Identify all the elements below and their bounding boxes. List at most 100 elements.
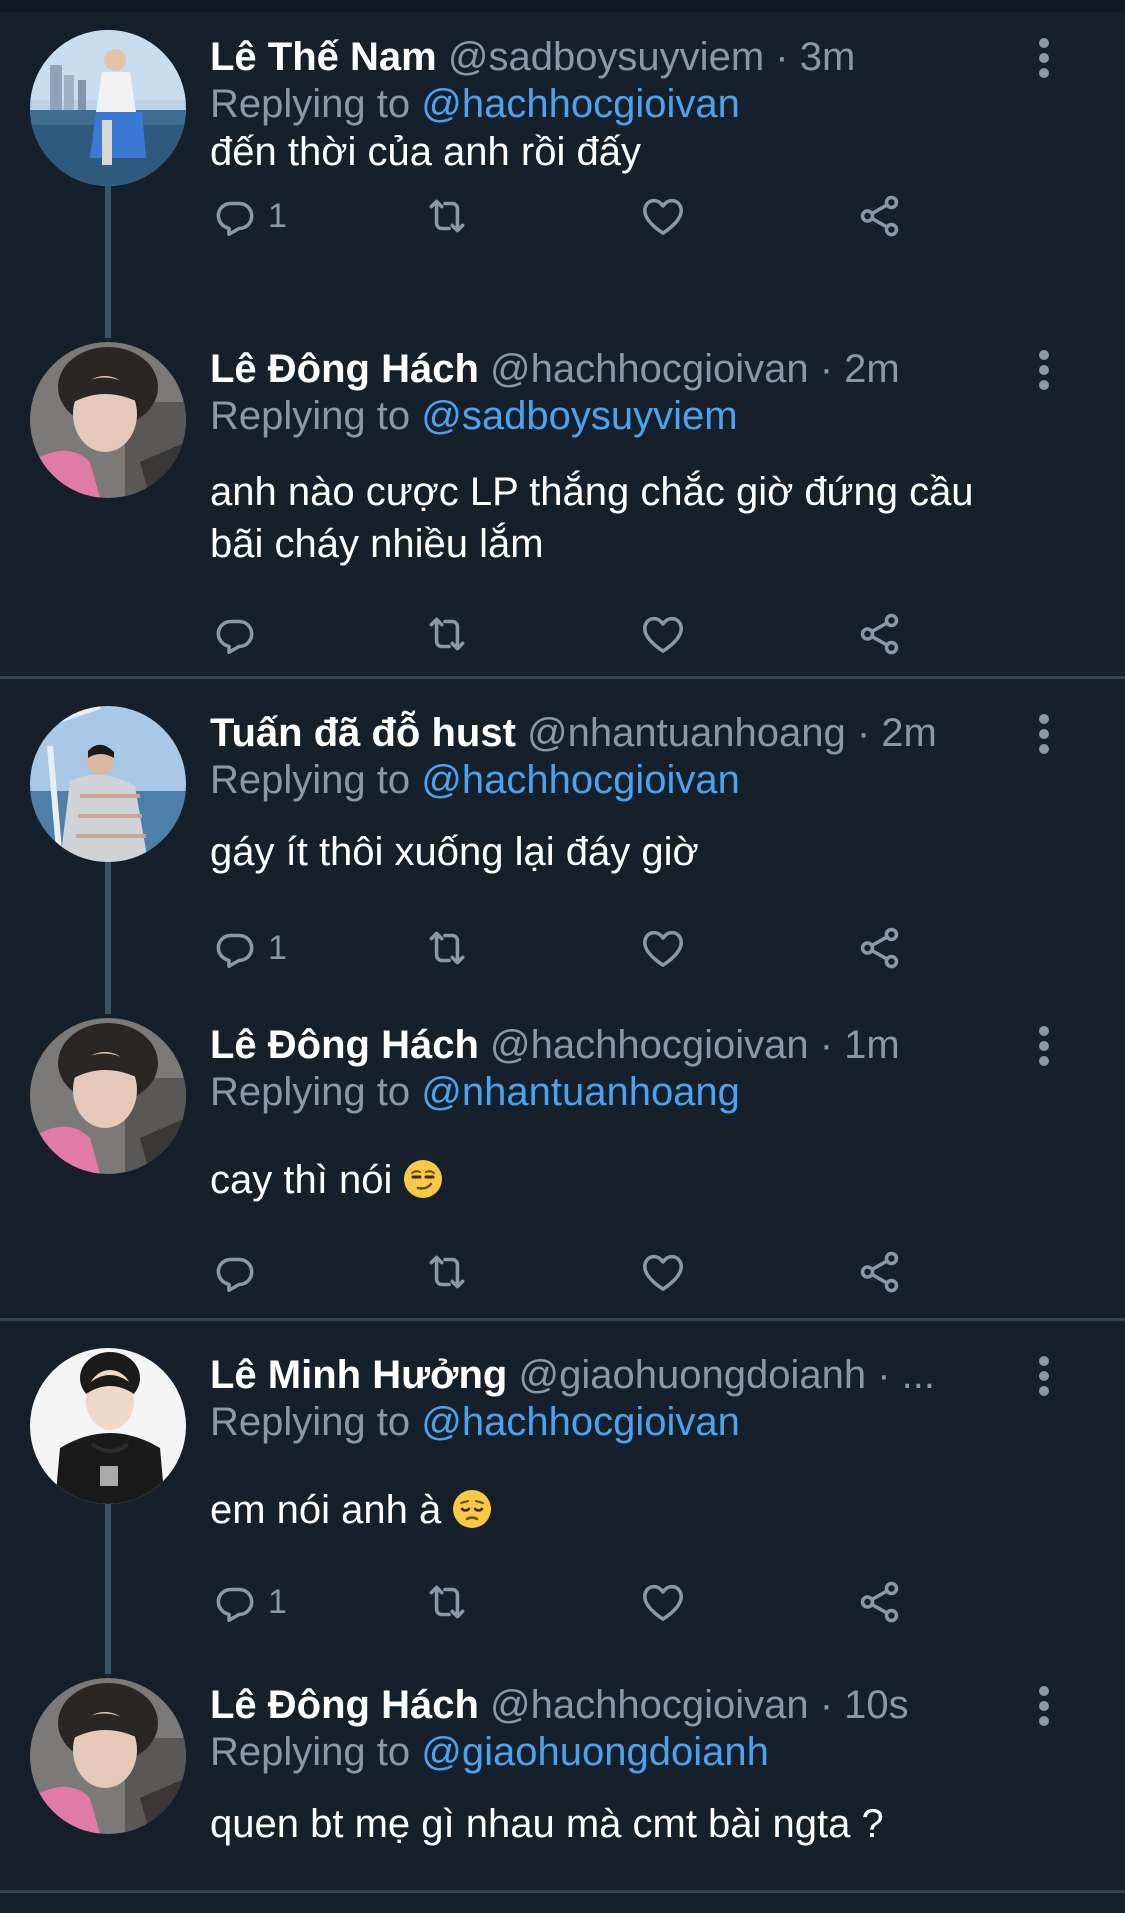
share-button[interactable] bbox=[855, 188, 905, 244]
reply-button[interactable] bbox=[210, 606, 260, 662]
display-name[interactable]: Lê Minh Hưởng bbox=[210, 1353, 507, 1397]
more-options-icon[interactable] bbox=[1030, 1684, 1058, 1728]
timestamp[interactable]: · 3m bbox=[775, 35, 855, 79]
more-options-icon[interactable] bbox=[1030, 348, 1058, 392]
tweet-text: đến thời của anh rồi đấy bbox=[210, 130, 641, 174]
avatar[interactable] bbox=[30, 706, 186, 862]
like-button[interactable] bbox=[638, 1244, 688, 1300]
retweet-button[interactable] bbox=[422, 920, 472, 976]
timestamp[interactable]: · 2m bbox=[820, 347, 900, 391]
username[interactable]: @nhantuanhoang bbox=[527, 711, 846, 755]
reply-count: 1 bbox=[268, 928, 287, 967]
avatar[interactable] bbox=[30, 1678, 186, 1834]
mention-link[interactable]: @nhantuanhoang bbox=[421, 1070, 740, 1114]
like-button[interactable] bbox=[638, 1574, 688, 1630]
tweet-text-content: em nói anh à bbox=[210, 1488, 442, 1532]
like-button[interactable] bbox=[638, 606, 688, 662]
replying-to: Replying to @hachhocgioivan bbox=[210, 758, 740, 803]
reply-icon bbox=[210, 1577, 260, 1627]
retweet-button[interactable] bbox=[422, 1244, 472, 1300]
share-button[interactable] bbox=[855, 1244, 905, 1300]
retweet-button[interactable] bbox=[422, 606, 472, 662]
smirking-face-emoji bbox=[404, 1160, 443, 1198]
reply-button[interactable] bbox=[210, 1244, 260, 1300]
top-edge bbox=[0, 0, 1125, 12]
replying-to-label: Replying to bbox=[210, 82, 411, 126]
thread-divider bbox=[0, 1318, 1125, 1321]
tweet-text-line: bãi cháy nhiều lắm bbox=[210, 522, 544, 566]
more-options-icon[interactable] bbox=[1030, 1354, 1058, 1398]
more-options-icon[interactable] bbox=[1030, 712, 1058, 756]
action-bar: 1 bbox=[210, 1574, 910, 1630]
timestamp[interactable]: · 10s bbox=[820, 1683, 909, 1727]
replying-to: Replying to @nhantuanhoang bbox=[210, 1070, 740, 1115]
replying-to-label: Replying to bbox=[210, 1400, 411, 1444]
share-button[interactable] bbox=[855, 920, 905, 976]
avatar[interactable] bbox=[30, 30, 186, 186]
tweet-header: Lê Thế Nam @sadboysuyviem · 3m bbox=[210, 30, 990, 84]
timestamp[interactable]: · 1m bbox=[820, 1023, 900, 1067]
avatar[interactable] bbox=[30, 342, 186, 498]
reply-icon bbox=[210, 1247, 260, 1297]
username[interactable]: @sadboysuyviem bbox=[448, 35, 764, 79]
mention-link[interactable]: @hachhocgioivan bbox=[421, 1400, 740, 1444]
username[interactable]: @hachhocgioivan bbox=[490, 1023, 809, 1067]
retweet-icon bbox=[422, 1247, 472, 1297]
reply-button[interactable]: 1 bbox=[210, 920, 287, 976]
replying-to-label: Replying to bbox=[210, 1070, 411, 1114]
share-icon bbox=[855, 923, 905, 973]
like-button[interactable] bbox=[638, 188, 688, 244]
display-name[interactable]: Lê Đông Hách bbox=[210, 1023, 479, 1067]
retweet-button[interactable] bbox=[422, 1574, 472, 1630]
share-icon bbox=[855, 609, 905, 659]
tweet-text: cay thì nói bbox=[210, 1154, 1070, 1206]
display-name[interactable]: Lê Thế Nam bbox=[210, 35, 437, 79]
retweet-icon bbox=[422, 191, 472, 241]
more-options-icon[interactable] bbox=[1030, 1024, 1058, 1068]
username[interactable]: @giaohuongdoianh bbox=[519, 1353, 867, 1397]
share-button[interactable] bbox=[855, 606, 905, 662]
reply-button[interactable]: 1 bbox=[210, 188, 287, 244]
replying-to-label: Replying to bbox=[210, 1730, 411, 1774]
display-name[interactable]: Tuấn đã đỗ hust bbox=[210, 711, 516, 755]
tweet-text: gáy ít thôi xuống lại đáy giờ bbox=[210, 830, 699, 874]
like-icon bbox=[638, 191, 688, 241]
action-bar: 1 bbox=[210, 920, 910, 976]
mention-link[interactable]: @sadboysuyviem bbox=[421, 394, 737, 438]
username[interactable]: @hachhocgioivan bbox=[490, 347, 809, 391]
mention-link[interactable]: @hachhocgioivan bbox=[421, 82, 740, 126]
username[interactable]: @hachhocgioivan bbox=[490, 1683, 809, 1727]
mention-link[interactable]: @hachhocgioivan bbox=[421, 758, 740, 802]
share-icon bbox=[855, 1247, 905, 1297]
tweet-text: anh nào cược LP thắng chắc giờ đứng cầu … bbox=[210, 466, 1070, 570]
more-options-icon[interactable] bbox=[1030, 36, 1058, 80]
like-icon bbox=[638, 923, 688, 973]
reply-icon bbox=[210, 191, 260, 241]
pensive-face-emoji bbox=[453, 1490, 492, 1528]
avatar[interactable] bbox=[30, 1018, 186, 1174]
reply-button[interactable]: 1 bbox=[210, 1574, 287, 1630]
reply-icon bbox=[210, 923, 260, 973]
retweet-button[interactable] bbox=[422, 188, 472, 244]
retweet-icon bbox=[422, 1577, 472, 1627]
reply-count: 1 bbox=[268, 196, 287, 235]
tweet-header: Lê Đông Hách @hachhocgioivan · 1m bbox=[210, 1018, 990, 1072]
share-icon bbox=[855, 1577, 905, 1627]
timestamp[interactable]: · ... bbox=[877, 1353, 935, 1397]
timestamp[interactable]: · 2m bbox=[857, 711, 937, 755]
share-button[interactable] bbox=[855, 1574, 905, 1630]
thread-line bbox=[105, 862, 111, 1014]
like-button[interactable] bbox=[638, 920, 688, 976]
avatar[interactable] bbox=[30, 1348, 186, 1504]
display-name[interactable]: Lê Đông Hách bbox=[210, 1683, 479, 1727]
reply-icon bbox=[210, 609, 260, 659]
tweet-text: em nói anh à bbox=[210, 1484, 1070, 1536]
thread-divider bbox=[0, 1890, 1125, 1893]
action-bar: 1 bbox=[210, 188, 910, 244]
replying-to: Replying to @hachhocgioivan bbox=[210, 1400, 740, 1445]
tweet-header: Lê Đông Hách @hachhocgioivan · 10s bbox=[210, 1678, 990, 1732]
replying-to: Replying to @hachhocgioivan bbox=[210, 82, 740, 127]
display-name[interactable]: Lê Đông Hách bbox=[210, 347, 479, 391]
thread-line bbox=[105, 186, 111, 338]
mention-link[interactable]: @giaohuongdoianh bbox=[421, 1730, 769, 1774]
